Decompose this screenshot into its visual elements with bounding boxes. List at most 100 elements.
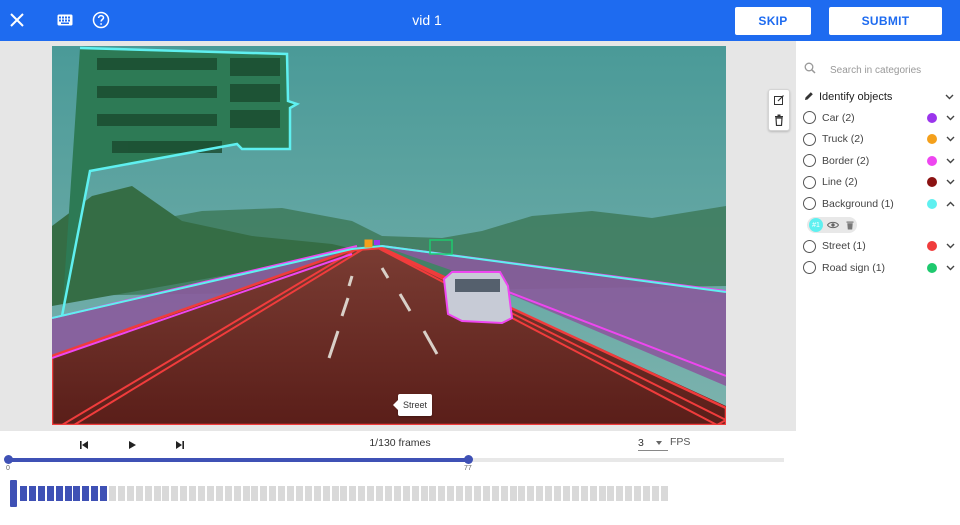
frame-cell[interactable] [287, 486, 294, 501]
frame-cell[interactable] [536, 486, 544, 501]
chevron-up-icon[interactable] [945, 199, 955, 209]
radio-button[interactable] [803, 239, 816, 253]
frame-cell[interactable] [322, 486, 330, 501]
chevron-down-icon[interactable] [945, 241, 955, 251]
frame-cell[interactable] [295, 486, 303, 501]
frame-cell[interactable] [46, 486, 54, 501]
frame-cell[interactable] [589, 486, 597, 501]
category-background[interactable]: Background (1) [803, 193, 955, 215]
frame-cell[interactable] [393, 486, 401, 501]
frame-cell[interactable] [616, 486, 624, 501]
category-border[interactable]: Border (2) [803, 150, 955, 172]
frame-cell[interactable] [518, 486, 526, 501]
frame-cell[interactable] [456, 486, 464, 501]
frame-cell[interactable] [384, 486, 392, 501]
frame-cell[interactable] [554, 486, 561, 501]
frame-cell[interactable] [215, 486, 223, 501]
frame-cell[interactable] [20, 486, 27, 501]
frame-cell[interactable] [144, 486, 152, 501]
frame-cell[interactable] [233, 486, 241, 501]
frame-cell[interactable] [527, 486, 535, 501]
frame-cell[interactable] [651, 486, 659, 501]
range-end-handle[interactable] [464, 455, 473, 464]
frame-cell[interactable] [376, 486, 383, 501]
frame-cell[interactable] [562, 486, 570, 501]
radio-button[interactable] [803, 175, 816, 189]
range-start-handle[interactable] [4, 455, 13, 464]
frame-cell[interactable] [545, 486, 553, 501]
frame-cell[interactable] [189, 486, 197, 501]
frame-cell[interactable] [304, 486, 312, 501]
frame-cell[interactable] [55, 486, 63, 501]
radio-button[interactable] [803, 132, 816, 146]
frame-cell[interactable] [509, 486, 517, 501]
frame-cell[interactable] [224, 486, 232, 501]
frame-cell[interactable] [340, 486, 348, 501]
instance-pill[interactable]: #1 [807, 217, 857, 233]
play-icon[interactable] [124, 437, 140, 453]
trash-icon[interactable] [843, 218, 857, 232]
eye-icon[interactable] [826, 218, 840, 232]
category-street[interactable]: Street (1) [803, 236, 955, 258]
frame-cell[interactable] [278, 486, 286, 501]
skip-previous-icon[interactable] [76, 437, 92, 453]
frame-cell[interactable] [153, 486, 161, 501]
chevron-down-icon[interactable] [945, 177, 955, 187]
frame-cell[interactable] [64, 486, 72, 501]
frame-cell[interactable] [447, 486, 455, 501]
radio-button[interactable] [803, 261, 816, 275]
frame-cell[interactable] [420, 486, 428, 501]
instance-badge[interactable]: #1 [809, 218, 823, 232]
category-car[interactable]: Car (2) [803, 107, 955, 129]
frame-cell[interactable] [607, 486, 615, 501]
frame-cell[interactable] [482, 486, 490, 501]
frame-cell[interactable] [358, 486, 366, 501]
frame-cell[interactable] [598, 486, 606, 501]
category-road-sign[interactable]: Road sign (1) [803, 257, 955, 279]
frame-cell[interactable] [100, 486, 108, 501]
frame-cell[interactable] [402, 486, 410, 501]
radio-button[interactable] [803, 111, 816, 125]
frame-cell[interactable] [109, 486, 116, 501]
frame-cell[interactable] [135, 486, 143, 501]
frame-cell[interactable] [260, 486, 268, 501]
frame-cell[interactable] [411, 486, 419, 501]
frame-cell[interactable] [313, 486, 321, 501]
close-icon[interactable] [5, 8, 29, 32]
frame-cell[interactable] [180, 486, 188, 501]
submit-button[interactable]: SUBMIT [829, 7, 942, 35]
frame-cell[interactable] [500, 486, 508, 501]
frame-cell[interactable] [465, 486, 472, 501]
frame-cell[interactable] [251, 486, 259, 501]
frame-cell[interactable] [162, 486, 170, 501]
chevron-down-icon[interactable] [945, 113, 955, 123]
fps-select[interactable]: 3 [638, 435, 668, 451]
frame-cell[interactable] [82, 486, 90, 501]
frame-cell[interactable] [73, 486, 81, 501]
chevron-down-icon[interactable] [945, 263, 955, 273]
search-input[interactable] [830, 64, 954, 76]
chevron-down-icon[interactable] [945, 156, 955, 166]
frame-cell[interactable] [126, 486, 134, 501]
skip-button[interactable]: SKIP [735, 7, 811, 35]
radio-button[interactable] [803, 154, 816, 168]
frame-cell[interactable] [643, 486, 650, 501]
section-identify-objects[interactable]: Identify objects [804, 89, 954, 105]
delete-icon[interactable] [769, 110, 789, 130]
keyboard-icon[interactable] [53, 8, 77, 32]
frame-cell[interactable] [571, 486, 579, 501]
frame-cell[interactable] [491, 486, 499, 501]
radio-button[interactable] [803, 197, 816, 211]
truck-1[interactable] [364, 239, 373, 248]
category-search[interactable] [804, 59, 954, 81]
car-2[interactable] [374, 240, 380, 245]
skip-next-icon[interactable] [172, 437, 188, 453]
frame-cell[interactable] [91, 486, 99, 501]
frame-cell[interactable] [625, 486, 633, 501]
frame-cell[interactable] [28, 486, 36, 501]
frame-cell[interactable] [117, 486, 125, 501]
chevron-down-icon[interactable] [944, 92, 954, 102]
frame-cell[interactable] [660, 486, 668, 501]
current-frame-marker[interactable] [10, 480, 17, 507]
help-icon[interactable] [89, 8, 113, 32]
